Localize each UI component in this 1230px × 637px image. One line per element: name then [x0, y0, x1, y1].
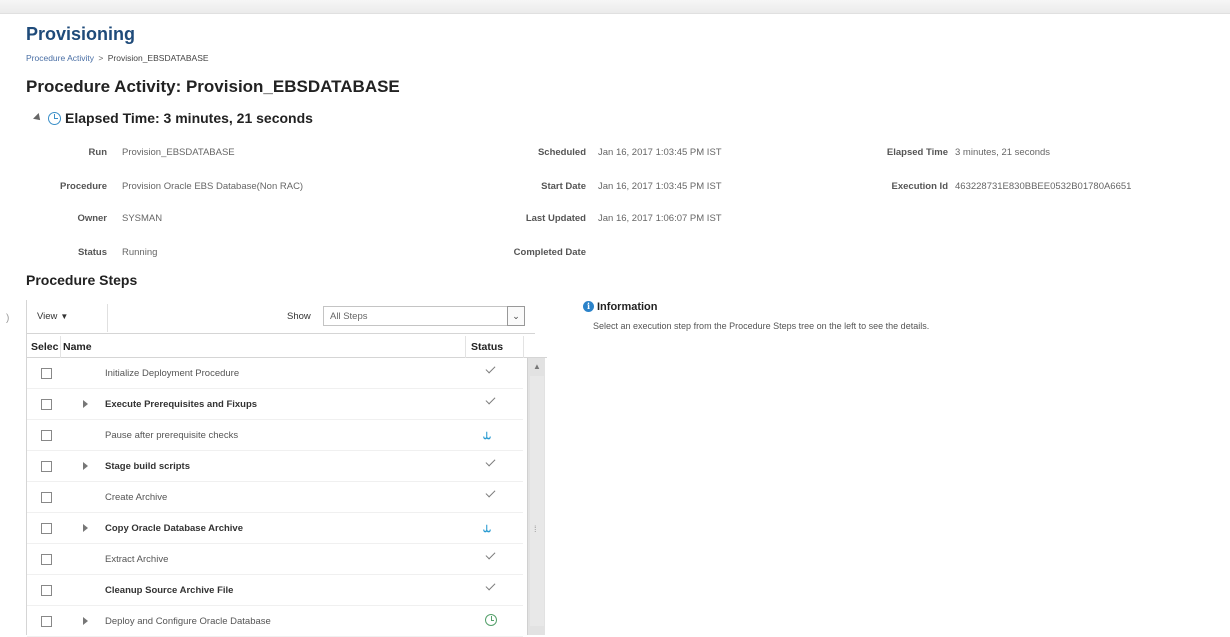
- last-updated-label: Last Updated: [525, 213, 586, 224]
- expand-triangle-icon[interactable]: [83, 617, 88, 625]
- scroll-up-icon[interactable]: ▲: [531, 362, 543, 372]
- steps-toolbar: View ▼ Show All Steps ⌄: [27, 300, 535, 334]
- vertical-scrollbar[interactable]: ▲: [527, 358, 545, 635]
- scrollbar-thumb[interactable]: [530, 376, 544, 626]
- expand-triangle-icon[interactable]: [83, 524, 88, 532]
- elapsed-time-value: 3 minutes, 21 seconds: [955, 147, 1051, 158]
- column-divider: [523, 336, 524, 358]
- owner-value: SYSMAN: [122, 213, 163, 224]
- show-steps-value: All Steps: [330, 311, 368, 322]
- row-select-checkbox[interactable]: [41, 399, 52, 410]
- run-value: Provision_EBSDATABASE: [122, 147, 235, 158]
- step-status: [483, 456, 499, 473]
- column-header-status[interactable]: Status: [471, 341, 503, 353]
- details-grid: Run Provision_EBSDATABASE Procedure Prov…: [0, 0, 1230, 270]
- row-select-checkbox[interactable]: [41, 585, 52, 596]
- information-panel: i Information Select an execution step fr…: [583, 298, 929, 331]
- start-date-value: Jan 16, 2017 1:03:45 PM IST: [598, 181, 722, 192]
- column-divider: [60, 336, 61, 358]
- column-divider: [465, 336, 466, 358]
- column-header-name[interactable]: Name: [63, 341, 92, 353]
- view-menu-label: View: [37, 311, 58, 322]
- toolbar-divider: [107, 304, 108, 332]
- step-name[interactable]: Copy Oracle Database Archive: [105, 523, 243, 534]
- view-menu-button[interactable]: View ▼: [37, 311, 68, 322]
- last-updated-value: Jan 16, 2017 1:06:07 PM IST: [598, 213, 722, 224]
- procedure-steps-title: Procedure Steps: [26, 272, 138, 288]
- owner-label: Owner: [77, 213, 107, 224]
- table-row[interactable]: Create Archive: [27, 482, 523, 513]
- table-row[interactable]: Stage build scripts: [27, 451, 523, 482]
- procedure-value: Provision Oracle EBS Database(Non RAC): [122, 181, 304, 192]
- chevron-down-icon[interactable]: ⌄: [507, 306, 525, 326]
- expand-triangle-icon[interactable]: [83, 462, 88, 470]
- info-icon: i: [583, 301, 594, 313]
- running-icon: ⥿: [483, 519, 491, 535]
- information-title: Information: [597, 300, 658, 313]
- step-name[interactable]: Cleanup Source Archive File: [105, 585, 233, 596]
- step-status: [483, 363, 499, 380]
- step-status: ⥿: [483, 426, 499, 442]
- step-status: [483, 549, 499, 566]
- scheduled-value: Jan 16, 2017 1:03:45 PM IST: [598, 147, 722, 158]
- step-status: [483, 487, 499, 504]
- row-select-checkbox[interactable]: [41, 368, 52, 379]
- step-status: [483, 580, 499, 597]
- show-steps-select[interactable]: All Steps ⌄: [323, 306, 525, 326]
- scheduled-label: Scheduled: [537, 147, 586, 158]
- table-row[interactable]: Initialize Deployment Procedure: [27, 358, 523, 389]
- execution-id-label: Execution Id: [891, 181, 948, 192]
- row-select-checkbox[interactable]: [41, 616, 52, 627]
- show-label: Show: [287, 311, 311, 322]
- check-icon: [485, 394, 496, 405]
- panel-edge-marker: ): [6, 313, 10, 324]
- start-date-label: Start Date: [541, 181, 586, 192]
- step-name[interactable]: Create Archive: [105, 492, 167, 503]
- check-icon: [485, 363, 496, 374]
- table-row[interactable]: Execute Prerequisites and Fixups: [27, 389, 523, 420]
- row-select-checkbox[interactable]: [41, 554, 52, 565]
- running-icon: ⥿: [483, 426, 491, 442]
- step-status: ⥿: [483, 519, 499, 535]
- steps-table-header: Selec Name Status: [27, 336, 547, 358]
- row-select-checkbox[interactable]: [41, 430, 52, 441]
- execution-id-value: 463228731E830BBEE0532B01780A6651: [955, 181, 1132, 192]
- step-name[interactable]: Pause after prerequisite checks: [105, 430, 238, 441]
- run-label: Run: [88, 147, 107, 158]
- step-name[interactable]: Extract Archive: [105, 554, 168, 565]
- table-row[interactable]: Cleanup Source Archive File: [27, 575, 523, 606]
- procedure-steps-panel: View ▼ Show All Steps ⌄ Selec Name Status…: [26, 300, 547, 637]
- check-icon: [485, 549, 496, 560]
- row-select-checkbox[interactable]: [41, 523, 52, 534]
- column-header-select[interactable]: Selec: [31, 341, 58, 353]
- information-text: Select an execution step from the Proced…: [593, 321, 930, 331]
- expand-triangle-icon[interactable]: [83, 400, 88, 408]
- table-row[interactable]: Copy Oracle Database Archive ⥿: [27, 513, 523, 544]
- row-select-checkbox[interactable]: [41, 492, 52, 503]
- step-status: [483, 612, 499, 628]
- caret-down-icon: ▼: [60, 312, 69, 321]
- step-status: [483, 394, 499, 411]
- clock-icon: [485, 614, 497, 626]
- table-row[interactable]: Pause after prerequisite checks ⥿: [27, 420, 523, 451]
- step-name[interactable]: Deploy and Configure Oracle Database: [105, 616, 271, 627]
- completed-date-label: Completed Date: [513, 247, 586, 258]
- step-name[interactable]: Initialize Deployment Procedure: [105, 368, 239, 379]
- check-icon: [485, 456, 496, 467]
- panel-splitter-grip[interactable]: ⁞: [534, 524, 538, 536]
- status-value: Running: [122, 247, 158, 258]
- steps-table-body: Initialize Deployment Procedure Execute P…: [27, 358, 523, 637]
- elapsed-time-label: Elapsed Time: [886, 147, 948, 158]
- step-name[interactable]: Execute Prerequisites and Fixups: [105, 399, 257, 410]
- status-label: Status: [77, 247, 107, 258]
- check-icon: [485, 487, 496, 498]
- row-select-checkbox[interactable]: [41, 461, 52, 472]
- procedure-label: Procedure: [60, 181, 107, 192]
- check-icon: [485, 580, 496, 591]
- step-name[interactable]: Stage build scripts: [105, 461, 190, 472]
- table-row[interactable]: Extract Archive: [27, 544, 523, 575]
- table-row[interactable]: Deploy and Configure Oracle Database: [27, 606, 523, 637]
